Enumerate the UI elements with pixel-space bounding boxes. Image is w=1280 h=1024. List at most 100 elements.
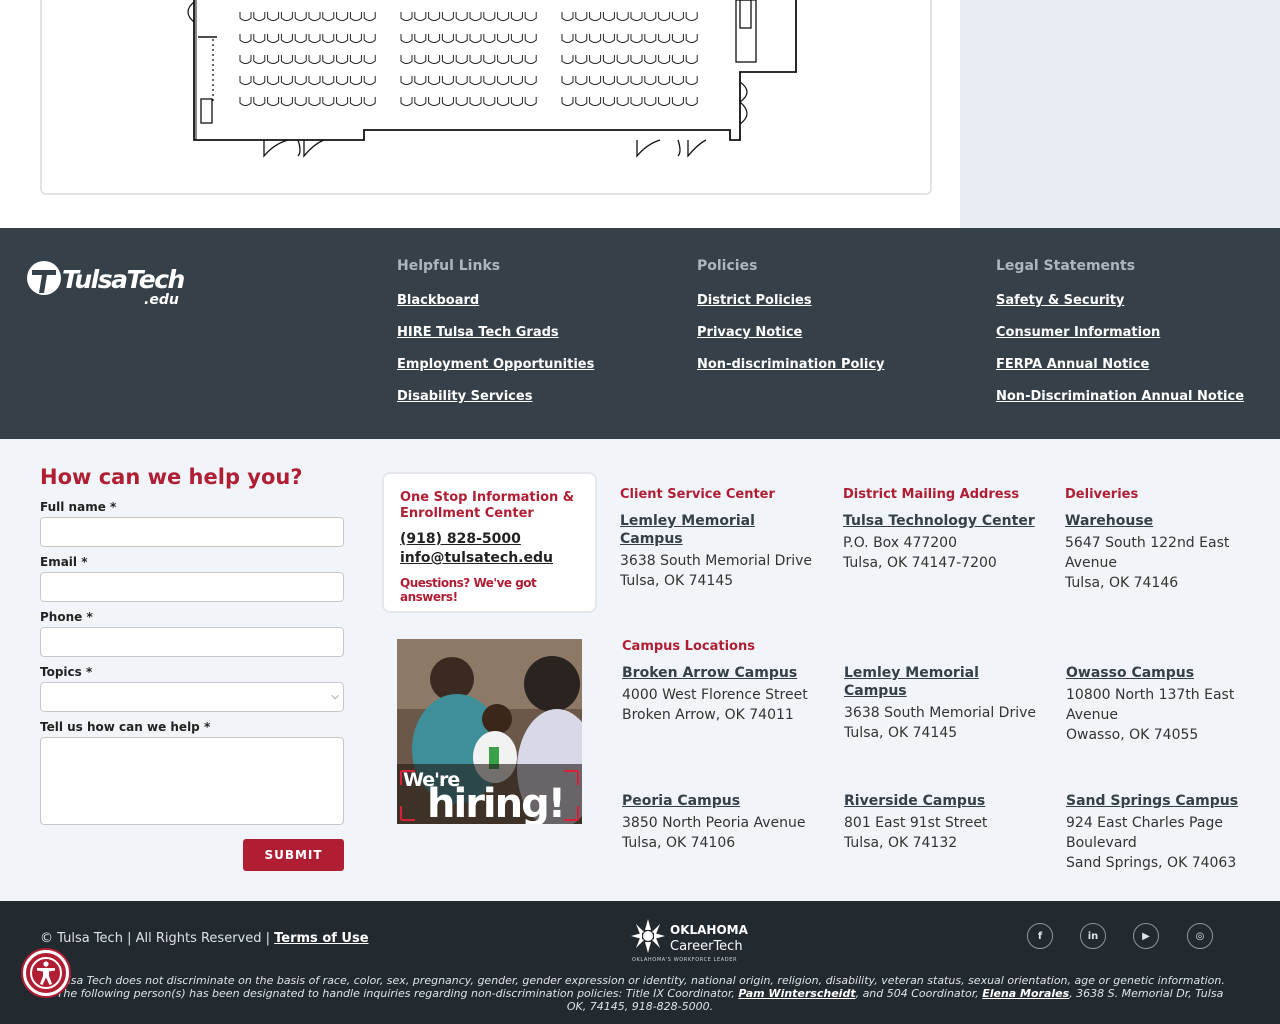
- oklahoma-careertech-logo[interactable]: OKLAHOMA CareerTech OKLAHOMA'S WORKFORCE…: [630, 917, 756, 963]
- seat: [322, 12, 335, 21]
- seat: [441, 34, 454, 43]
- link-district-policies[interactable]: District Policies: [697, 292, 885, 309]
- address-line: Broken Arrow, OK 74011: [622, 707, 794, 723]
- seat: [349, 34, 362, 43]
- seat: [455, 76, 468, 85]
- seat: [524, 12, 537, 21]
- careertech-logo-graphic: OKLAHOMA CareerTech OKLAHOMA'S WORKFORCE…: [631, 919, 749, 963]
- link-hire-grads[interactable]: HIRE Tulsa Tech Grads: [397, 324, 594, 341]
- seat: [658, 12, 671, 21]
- campus-link[interactable]: Owasso Campus: [1066, 664, 1246, 682]
- seat: [602, 76, 615, 85]
- full-name-input[interactable]: [40, 517, 344, 547]
- deliveries-block: Deliveries Warehouse 5647 South 122nd Ea…: [1065, 487, 1245, 593]
- seat: [239, 12, 252, 21]
- link-ferpa-notice[interactable]: FERPA Annual Notice: [996, 356, 1244, 373]
- message-textarea[interactable]: [40, 737, 344, 825]
- link-nondiscrimination-policy[interactable]: Non-discrimination Policy: [697, 356, 885, 373]
- link-disability-services[interactable]: Disability Services: [397, 388, 594, 405]
- full-name-label: Full name *: [40, 500, 117, 514]
- seat: [308, 97, 321, 106]
- seat: [630, 76, 643, 85]
- facebook-icon[interactable]: f: [1027, 923, 1053, 949]
- seat: [685, 34, 698, 43]
- address-line: 4000 West Florence Street: [622, 687, 808, 703]
- campus-link[interactable]: Peoria Campus: [622, 792, 822, 810]
- one-stop-email-link[interactable]: info@tulsatech.edu: [400, 550, 595, 566]
- campus-lemley: Lemley Memorial Campus 3638 South Memori…: [844, 664, 1044, 743]
- seat: [469, 12, 482, 21]
- submit-button[interactable]: SUBMIT: [243, 839, 344, 871]
- deliveries-link[interactable]: Warehouse: [1065, 512, 1245, 530]
- seat: [658, 97, 671, 106]
- svg-text:.edu: .edu: [144, 292, 179, 308]
- client-service-heading: Client Service Center: [620, 487, 775, 502]
- seat: [483, 97, 496, 106]
- phone-input[interactable]: [40, 627, 344, 657]
- seating-chart-card: [40, 0, 932, 195]
- address-line: P.O. Box 477200: [843, 535, 957, 551]
- nondiscrimination-disclaimer: Tulsa Tech does not discriminate on the …: [50, 974, 1230, 1013]
- link-blackboard[interactable]: Blackboard: [397, 292, 594, 309]
- seat: [428, 55, 441, 64]
- campus-link[interactable]: Sand Springs Campus: [1066, 792, 1246, 810]
- seat: [455, 55, 468, 64]
- tulsatech-logo[interactable]: TulsaTech .edu: [24, 258, 194, 308]
- helpful-links-column: Helpful Links Blackboard HIRE Tulsa Tech…: [397, 258, 594, 420]
- seat: [524, 76, 537, 85]
- link-employment[interactable]: Employment Opportunities: [397, 356, 594, 373]
- seat: [483, 34, 496, 43]
- accessibility-button[interactable]: [23, 950, 69, 996]
- youtube-icon[interactable]: ▶: [1133, 923, 1159, 949]
- seat: [363, 55, 376, 64]
- address-line: 5647 South 122nd East Avenue: [1065, 535, 1230, 571]
- copyright-line: © Tulsa Tech | All Rights Reserved | Ter…: [40, 931, 369, 946]
- campus-link[interactable]: Broken Arrow Campus: [622, 664, 822, 682]
- careertech-name-1: OKLAHOMA: [670, 923, 749, 937]
- campus-link[interactable]: Lemley Memorial Campus: [844, 664, 1044, 700]
- seat: [602, 55, 615, 64]
- address-line: Tulsa, OK 74145: [620, 573, 734, 589]
- linkedin-icon[interactable]: in: [1080, 923, 1106, 949]
- seat: [455, 34, 468, 43]
- 504-coordinator-link[interactable]: Elena Morales: [982, 987, 1069, 1000]
- seat: [602, 34, 615, 43]
- seat: [308, 12, 321, 21]
- seat: [363, 97, 376, 106]
- footer-links-section: TulsaTech .edu Helpful Links Blackboard …: [0, 228, 1280, 439]
- seat: [589, 12, 602, 21]
- seat: [483, 55, 496, 64]
- mailing-address-link[interactable]: Tulsa Technology Center: [843, 512, 1043, 530]
- link-nondiscrimination-annual-notice[interactable]: Non-Discrimination Annual Notice: [996, 388, 1244, 405]
- link-safety-security[interactable]: Safety & Security: [996, 292, 1244, 309]
- title-ix-coordinator-link[interactable]: Pam Winterscheidt: [738, 987, 855, 1000]
- link-consumer-information[interactable]: Consumer Information: [996, 324, 1244, 341]
- topics-select[interactable]: ⌵: [40, 682, 344, 712]
- email-input[interactable]: [40, 572, 344, 602]
- link-privacy-notice[interactable]: Privacy Notice: [697, 324, 885, 341]
- seat: [363, 12, 376, 21]
- address-line: 10800 North 137th East Avenue: [1066, 687, 1235, 723]
- seat: [685, 55, 698, 64]
- terms-of-use-link[interactable]: Terms of Use: [274, 931, 368, 946]
- seat: [575, 76, 588, 85]
- seat: [322, 55, 335, 64]
- address-line: 3638 South Memorial Drive: [620, 553, 813, 569]
- campus-locations-heading: Campus Locations: [622, 639, 755, 654]
- seat: [616, 76, 629, 85]
- seat: [685, 12, 698, 21]
- hiring-banner-image[interactable]: We're hiring!: [397, 639, 582, 824]
- seat: [483, 12, 496, 21]
- campus-link[interactable]: Riverside Campus: [844, 792, 1044, 810]
- seat: [644, 12, 657, 21]
- client-service-campus-link[interactable]: Lemley Memorial Campus: [620, 512, 820, 548]
- seat: [575, 34, 588, 43]
- policies-heading: Policies: [697, 258, 758, 274]
- one-stop-phone-link[interactable]: (918) 828-5000: [400, 531, 595, 547]
- seat: [685, 97, 698, 106]
- address-line: Tulsa, OK 74106: [622, 835, 736, 851]
- seat: [561, 34, 574, 43]
- svg-text:TulsaTech: TulsaTech: [62, 265, 185, 294]
- seat: [253, 76, 266, 85]
- instagram-icon[interactable]: ◎: [1187, 923, 1213, 949]
